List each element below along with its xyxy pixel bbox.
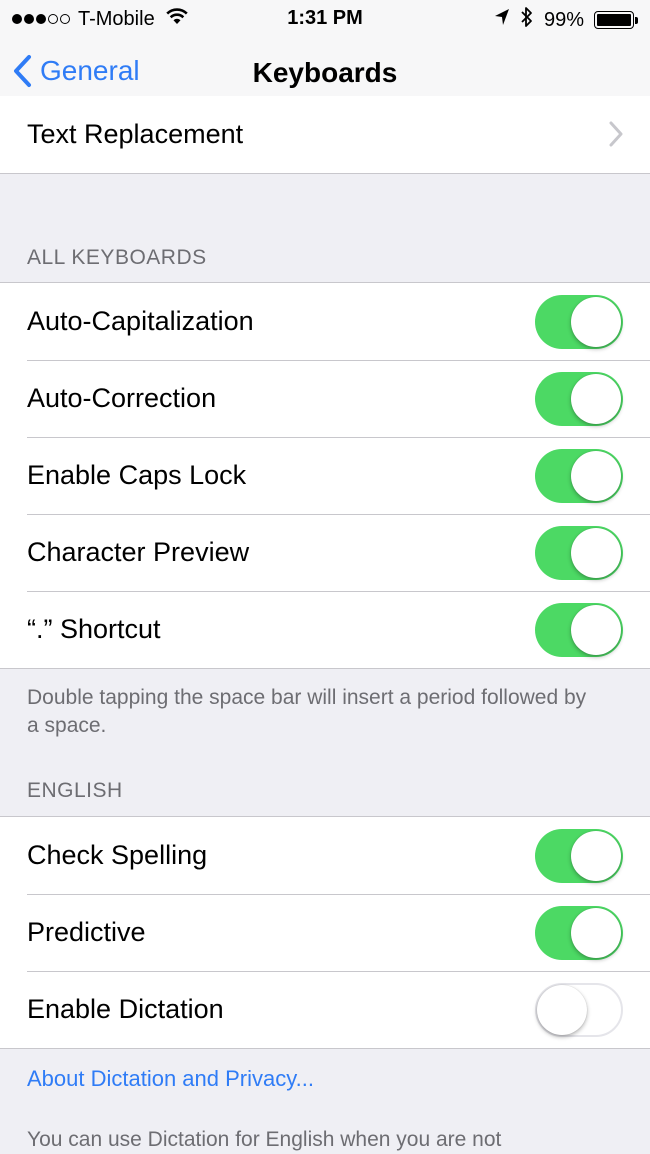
enable-caps-lock-toggle[interactable]: [535, 449, 623, 503]
toggle-knob: [571, 451, 621, 501]
chevron-right-icon: [609, 121, 623, 147]
battery-percent: 99%: [543, 8, 584, 31]
row-auto-correction: Auto-Correction: [0, 360, 650, 437]
status-right: 99%: [494, 6, 638, 34]
dictation-footer: You can use Dictation for English when y…: [27, 1128, 502, 1151]
row-label: Auto-Capitalization: [27, 306, 254, 336]
status-bar: T-Mobile 1:31 PM 99%: [0, 0, 650, 38]
row-enable-caps-lock: Enable Caps Lock: [0, 437, 650, 514]
toggle-knob: [571, 297, 621, 347]
row-auto-capitalization: Auto-Capitalization: [0, 283, 650, 360]
english-group: Check Spelling Predictive Enable Dictati…: [0, 816, 650, 1049]
battery-tip: [635, 16, 638, 24]
toggle-knob: [571, 374, 621, 424]
row-label: Check Spelling: [27, 840, 208, 870]
row-character-preview: Character Preview: [0, 514, 650, 591]
toggle-knob: [537, 985, 587, 1035]
character-preview-toggle[interactable]: [535, 526, 623, 580]
predictive-toggle[interactable]: [535, 906, 623, 960]
auto-capitalization-toggle[interactable]: [535, 295, 623, 349]
battery-fill: [597, 14, 631, 26]
toggle-knob: [571, 908, 621, 958]
row-label: Predictive: [27, 917, 146, 947]
row-label: Text Replacement: [27, 119, 244, 149]
section-header-english: ENGLISH: [27, 779, 123, 802]
text-replacement-group: Text Replacement: [0, 96, 650, 174]
check-spelling-toggle[interactable]: [535, 829, 623, 883]
toggle-knob: [571, 528, 621, 578]
row-period-shortcut: “.” Shortcut: [0, 591, 650, 668]
row-predictive: Predictive: [0, 894, 650, 971]
row-enable-dictation: Enable Dictation: [0, 971, 650, 1048]
page-title: Keyboards: [252, 57, 398, 88]
row-label: Enable Caps Lock: [27, 460, 247, 490]
enable-dictation-toggle[interactable]: [535, 983, 623, 1037]
period-shortcut-toggle[interactable]: [535, 603, 623, 657]
row-text-replacement[interactable]: Text Replacement: [0, 96, 650, 173]
bluetooth-icon: [520, 6, 534, 34]
toggle-knob: [571, 831, 621, 881]
period-shortcut-footer: Double tapping the space bar will insert…: [27, 686, 587, 737]
battery-body: [594, 11, 634, 29]
row-label: Enable Dictation: [27, 994, 224, 1024]
row-label: Character Preview: [27, 537, 250, 567]
battery-icon: [594, 11, 638, 29]
auto-correction-toggle[interactable]: [535, 372, 623, 426]
location-icon: [494, 8, 510, 32]
row-label: “.” Shortcut: [27, 614, 161, 644]
all-keyboards-group: Auto-Capitalization Auto-Correction Enab…: [0, 282, 650, 669]
row-check-spelling: Check Spelling: [0, 817, 650, 894]
about-dictation-privacy-link[interactable]: About Dictation and Privacy...: [27, 1066, 314, 1092]
toggle-knob: [571, 605, 621, 655]
row-label: Auto-Correction: [27, 383, 217, 413]
section-header-all-keyboards: ALL KEYBOARDS: [27, 246, 207, 269]
